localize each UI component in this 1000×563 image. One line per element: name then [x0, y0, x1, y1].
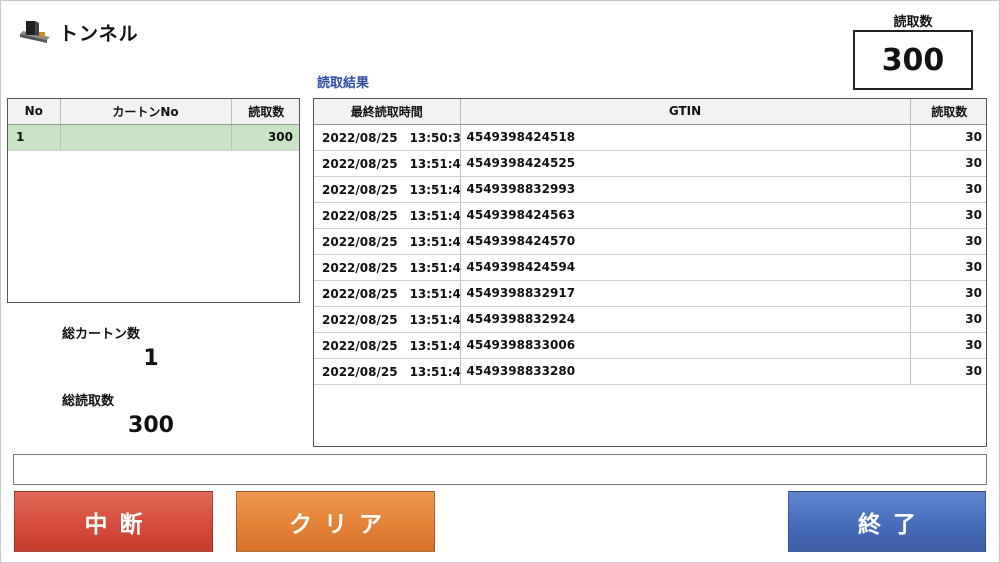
- gtin-cell: 4549398424563: [460, 202, 911, 229]
- gtin-cell: 4549398424525: [460, 150, 911, 177]
- result-row[interactable]: 2022/08/25 13:51:41 4549398833280 30: [314, 358, 986, 385]
- result-row[interactable]: 2022/08/25 13:51:40 4549398832917 30: [314, 280, 986, 307]
- count-cell: 30: [910, 150, 986, 177]
- column-header-count[interactable]: 読取数: [910, 99, 986, 125]
- gtin-cell: 4549398832917: [460, 280, 911, 307]
- message-bar: [13, 454, 987, 485]
- total-read-count-value: 300: [128, 413, 174, 438]
- total-read-count-label: 総読取数: [62, 394, 115, 409]
- gtin-cell: 4549398832993: [460, 176, 911, 203]
- app-window: トンネル 読取数 300 読取結果 No カートンNo 読取数 1 300 最終…: [0, 0, 1000, 563]
- carton-id-cell: [60, 124, 232, 151]
- total-carton-value: 1: [143, 346, 159, 371]
- gtin-cell: 4549398833280: [460, 358, 911, 385]
- total-read-value: 300: [853, 30, 973, 90]
- count-cell: 30: [910, 176, 986, 203]
- gtin-cell: 4549398832924: [460, 306, 911, 333]
- count-cell: 30: [910, 306, 986, 333]
- read-time-cell: 2022/08/25 13:51:40: [314, 202, 461, 229]
- read-time-cell: 2022/08/25 13:51:40: [314, 228, 461, 255]
- carton-count-cell: 300: [231, 124, 299, 151]
- result-row[interactable]: 2022/08/25 13:51:40 4549398424525 30: [314, 150, 986, 177]
- app-title: トンネル: [59, 22, 139, 45]
- gtin-cell: 4549398424570: [460, 228, 911, 255]
- clear-button[interactable]: クリア: [236, 491, 435, 552]
- result-row[interactable]: 2022/08/25 13:51:40 4549398424594 30: [314, 254, 986, 281]
- read-time-cell: 2022/08/25 13:51:40: [314, 254, 461, 281]
- result-row[interactable]: 2022/08/25 13:51:41 4549398832924 30: [314, 306, 986, 333]
- count-cell: 30: [910, 280, 986, 307]
- tunnel-conveyor-icon: [17, 18, 53, 46]
- count-cell: 30: [910, 332, 986, 359]
- carton-table-header: No カートンNo 読取数: [8, 99, 299, 125]
- column-header-last-read-time[interactable]: 最終読取時間: [314, 99, 461, 125]
- read-time-cell: 2022/08/25 13:51:41: [314, 332, 461, 359]
- gtin-cell: 4549398424518: [460, 124, 911, 151]
- count-cell: 30: [910, 124, 986, 151]
- read-time-cell: 2022/08/25 13:51:40: [314, 280, 461, 307]
- results-caption: 読取結果: [317, 76, 370, 91]
- result-row[interactable]: 2022/08/25 13:51:40 4549398424563 30: [314, 202, 986, 229]
- count-cell: 30: [910, 358, 986, 385]
- result-row[interactable]: 2022/08/25 13:50:32 4549398424518 30: [314, 124, 986, 151]
- column-header-carton-no[interactable]: カートンNo: [60, 99, 232, 125]
- gtin-cell: 4549398424594: [460, 254, 911, 281]
- gtin-cell: 4549398833006: [460, 332, 911, 359]
- abort-button[interactable]: 中断: [14, 491, 213, 552]
- column-header-read-count[interactable]: 読取数: [231, 99, 299, 125]
- count-cell: 30: [910, 202, 986, 229]
- end-button[interactable]: 終了: [788, 491, 986, 552]
- carton-row[interactable]: 1 300: [8, 124, 299, 151]
- carton-table[interactable]: No カートンNo 読取数 1 300: [7, 98, 300, 303]
- read-time-cell: 2022/08/25 13:50:32: [314, 124, 461, 151]
- read-time-cell: 2022/08/25 13:51:41: [314, 358, 461, 385]
- result-row[interactable]: 2022/08/25 13:51:40 4549398424570 30: [314, 228, 986, 255]
- column-header-no[interactable]: No: [8, 99, 61, 125]
- result-row[interactable]: 2022/08/25 13:51:41 4549398833006 30: [314, 332, 986, 359]
- count-cell: 30: [910, 228, 986, 255]
- carton-no-cell: 1: [8, 124, 61, 151]
- read-time-cell: 2022/08/25 13:51:41: [314, 306, 461, 333]
- read-time-cell: 2022/08/25 13:51:40: [314, 176, 461, 203]
- abort-button-label: 中断: [84, 511, 155, 538]
- result-row[interactable]: 2022/08/25 13:51:40 4549398832993 30: [314, 176, 986, 203]
- results-table-header: 最終読取時間 GTIN 読取数: [314, 99, 986, 125]
- read-results-table[interactable]: 最終読取時間 GTIN 読取数 2022/08/25 13:50:32 45493…: [313, 98, 987, 447]
- clear-button-label: クリア: [289, 511, 394, 538]
- total-carton-label: 総カートン数: [62, 327, 141, 342]
- column-header-gtin[interactable]: GTIN: [460, 99, 911, 125]
- read-time-cell: 2022/08/25 13:51:40: [314, 150, 461, 177]
- app-header: トンネル: [17, 17, 139, 47]
- count-cell: 30: [910, 254, 986, 281]
- total-read-label: 読取数: [893, 15, 933, 30]
- end-button-label: 終了: [858, 511, 928, 538]
